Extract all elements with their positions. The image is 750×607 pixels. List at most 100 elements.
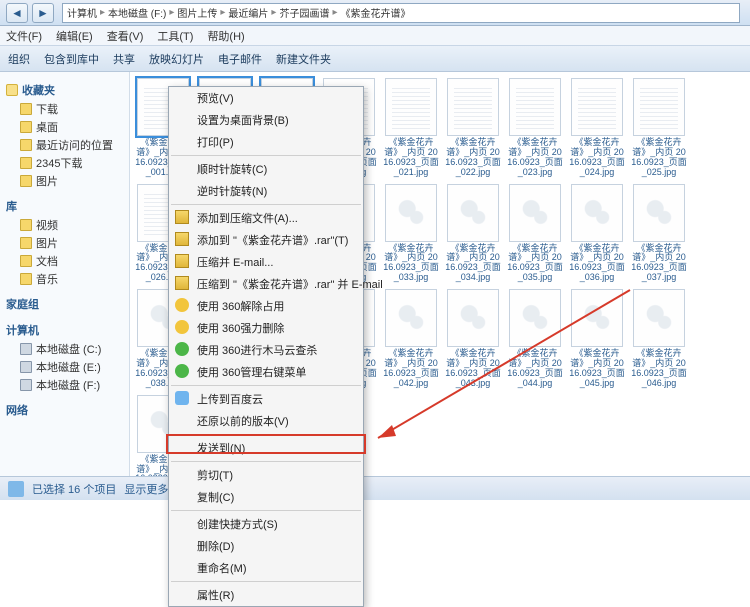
separator (171, 204, 361, 205)
cmd-newfolder[interactable]: 新建文件夹 (276, 51, 331, 67)
file-thumbnail[interactable]: 《紫金花卉谱》_内页 2016.0923_页面_044.jpg (506, 289, 564, 389)
cm-restore-version[interactable]: 还原以前的版本(V) (169, 410, 363, 432)
file-caption: 《紫金花卉谱》_内页 2016.0923_页面_043.jpg (444, 349, 502, 389)
file-thumbnail[interactable]: 《紫金花卉谱》_内页 2016.0923_页面_042.jpg (382, 289, 440, 389)
sidebar-item-desktop[interactable]: 桌面 (6, 118, 123, 136)
cm-rotate-cw[interactable]: 顺时针旋转(C) (169, 158, 363, 180)
file-thumbnail[interactable]: 《紫金花卉谱》_内页 2016.0923_页面_046.jpg (630, 289, 688, 389)
cmd-share[interactable]: 共享 (113, 51, 135, 67)
file-thumbnail[interactable]: 《紫金花卉谱》_内页 2016.0923_页面_036.jpg (568, 184, 626, 284)
cm-zip-named-email[interactable]: 压缩到 "《紫金花卉谱》.rar" 并 E-mail (169, 273, 363, 295)
thumbnail-image (633, 184, 685, 242)
menu-file[interactable]: 文件(F) (6, 28, 42, 44)
cmd-organize[interactable]: 组织 (8, 51, 30, 67)
cm-set-background[interactable]: 设置为桌面背景(B) (169, 109, 363, 131)
thumbnail-image (633, 78, 685, 136)
sidebar-item-recent[interactable]: 最近访问的位置 (6, 136, 123, 154)
cm-rotate-ccw[interactable]: 逆时针旋转(N) (169, 180, 363, 202)
menu-help[interactable]: 帮助(H) (207, 28, 244, 44)
thumbnail-image (385, 289, 437, 347)
file-caption: 《紫金花卉谱》_内页 2016.0923_页面_021.jpg (382, 138, 440, 178)
cloud-icon (175, 391, 189, 405)
drive-icon (20, 361, 32, 373)
cm-delete[interactable]: 删除(D) (169, 535, 363, 557)
file-thumbnail[interactable]: 《紫金花卉谱》_内页 2016.0923_页面_025.jpg (630, 78, 688, 178)
sidebar-item-drive-f[interactable]: 本地磁盘 (F:) (6, 376, 123, 394)
nav-forward-button[interactable]: ► (32, 3, 54, 23)
breadcrumb-item[interactable]: 本地磁盘 (F:) (108, 5, 166, 20)
cmd-include[interactable]: 包含到库中 (44, 51, 99, 67)
thumbnail-image (509, 289, 561, 347)
cm-cut[interactable]: 剪切(T) (169, 464, 363, 486)
cm-send-to[interactable]: 发送到(N) (169, 437, 363, 459)
file-thumbnail[interactable]: 《紫金花卉谱》_内页 2016.0923_页面_045.jpg (568, 289, 626, 389)
thumbnail-image (447, 289, 499, 347)
file-thumbnail[interactable]: 《紫金花卉谱》_内页 2016.0923_页面_043.jpg (444, 289, 502, 389)
breadcrumb-item[interactable]: 芥子园画谱 (279, 5, 329, 20)
cm-preview[interactable]: 预览(V) (169, 87, 363, 109)
file-thumbnail[interactable]: 《紫金花卉谱》_内页 2016.0923_页面_035.jpg (506, 184, 564, 284)
file-thumbnail[interactable]: 《紫金花卉谱》_内页 2016.0923_页面_033.jpg (382, 184, 440, 284)
file-caption: 《紫金花卉谱》_内页 2016.0923_页面_034.jpg (444, 244, 502, 284)
breadcrumb-item[interactable]: 最近编片 (228, 5, 268, 20)
nav-back-button[interactable]: ◄ (6, 3, 28, 23)
sidebar-computer[interactable]: 计算机 (6, 322, 123, 338)
file-thumbnail[interactable]: 《紫金花卉谱》_内页 2016.0923_页面_024.jpg (568, 78, 626, 178)
cmd-slideshow[interactable]: 放映幻灯片 (149, 51, 204, 67)
breadcrumb-root[interactable]: 计算机 (67, 5, 97, 20)
folder-icon (20, 273, 32, 285)
breadcrumb[interactable]: 计算机▸ 本地磁盘 (F:)▸ 图片上传▸ 最近编片▸ 芥子园画谱▸ 《紫金花卉… (62, 3, 740, 23)
sidebar-item-2345[interactable]: 2345下载 (6, 154, 123, 172)
folder-icon (20, 175, 32, 187)
sidebar-homegroup[interactable]: 家庭组 (6, 296, 123, 312)
menu-view[interactable]: 查看(V) (107, 28, 144, 44)
file-caption: 《紫金花卉谱》_内页 2016.0923_页面_024.jpg (568, 138, 626, 178)
title-bar: ◄ ► 计算机▸ 本地磁盘 (F:)▸ 图片上传▸ 最近编片▸ 芥子园画谱▸ 《… (0, 0, 750, 26)
cm-add-zip[interactable]: 添加到压缩文件(A)... (169, 207, 363, 229)
breadcrumb-item[interactable]: 《紫金花卉谱》 (340, 5, 410, 20)
thumbnail-image (571, 184, 623, 242)
cmd-email[interactable]: 电子邮件 (218, 51, 262, 67)
cm-360-manage-menu[interactable]: 使用 360管理右键菜单 (169, 361, 363, 383)
cm-360-force-delete[interactable]: 使用 360强力删除 (169, 317, 363, 339)
file-thumbnail[interactable]: 《紫金花卉谱》_内页 2016.0923_页面_022.jpg (444, 78, 502, 178)
separator (171, 155, 361, 156)
cm-360-scan[interactable]: 使用 360进行木马云查杀 (169, 339, 363, 361)
file-caption: 《紫金花卉谱》_内页 2016.0923_页面_035.jpg (506, 244, 564, 284)
thumbnail-image (447, 78, 499, 136)
file-thumbnail[interactable]: 《紫金花卉谱》_内页 2016.0923_页面_034.jpg (444, 184, 502, 284)
cm-360-unlock[interactable]: 使用 360解除占用 (169, 295, 363, 317)
cm-copy[interactable]: 复制(C) (169, 486, 363, 508)
sidebar-item-drive-e[interactable]: 本地磁盘 (E:) (6, 358, 123, 376)
file-thumbnail[interactable]: 《紫金花卉谱》_内页 2016.0923_页面_037.jpg (630, 184, 688, 284)
sidebar-libraries[interactable]: 库 (6, 198, 123, 214)
cm-add-named-zip[interactable]: 添加到 "《紫金花卉谱》.rar"(T) (169, 229, 363, 251)
sidebar-item-videos[interactable]: 视频 (6, 216, 123, 234)
folder-icon (20, 121, 32, 133)
thumbnail-image (571, 78, 623, 136)
file-thumbnail[interactable]: 《紫金花卉谱》_内页 2016.0923_页面_023.jpg (506, 78, 564, 178)
cm-properties[interactable]: 属性(R) (169, 584, 363, 606)
cm-rename[interactable]: 重命名(M) (169, 557, 363, 579)
sidebar-item-downloads[interactable]: 下载 (6, 100, 123, 118)
file-thumbnail[interactable]: 《紫金花卉谱》_内页 2016.0923_页面_021.jpg (382, 78, 440, 178)
cm-create-shortcut[interactable]: 创建快捷方式(S) (169, 513, 363, 535)
360-icon (175, 298, 189, 312)
sidebar-item-documents[interactable]: 文档 (6, 252, 123, 270)
cm-upload-cloud[interactable]: 上传到百度云 (169, 388, 363, 410)
file-caption: 《紫金花卉谱》_内页 2016.0923_页面_042.jpg (382, 349, 440, 389)
thumbnail-image (509, 78, 561, 136)
cm-print[interactable]: 打印(P) (169, 131, 363, 153)
archive-icon (175, 210, 189, 224)
sidebar-item-drive-c[interactable]: 本地磁盘 (C:) (6, 340, 123, 358)
sidebar-network[interactable]: 网络 (6, 402, 123, 418)
menu-tools[interactable]: 工具(T) (157, 28, 193, 44)
sidebar-favorites[interactable]: 收藏夹 (6, 82, 123, 98)
menu-edit[interactable]: 编辑(E) (56, 28, 93, 44)
breadcrumb-item[interactable]: 图片上传 (177, 5, 217, 20)
sidebar-item-pictures[interactable]: 图片 (6, 172, 123, 190)
folder-icon (20, 219, 32, 231)
cm-zip-email[interactable]: 压缩并 E-mail... (169, 251, 363, 273)
sidebar-item-pictures-lib[interactable]: 图片 (6, 234, 123, 252)
sidebar-item-music[interactable]: 音乐 (6, 270, 123, 288)
